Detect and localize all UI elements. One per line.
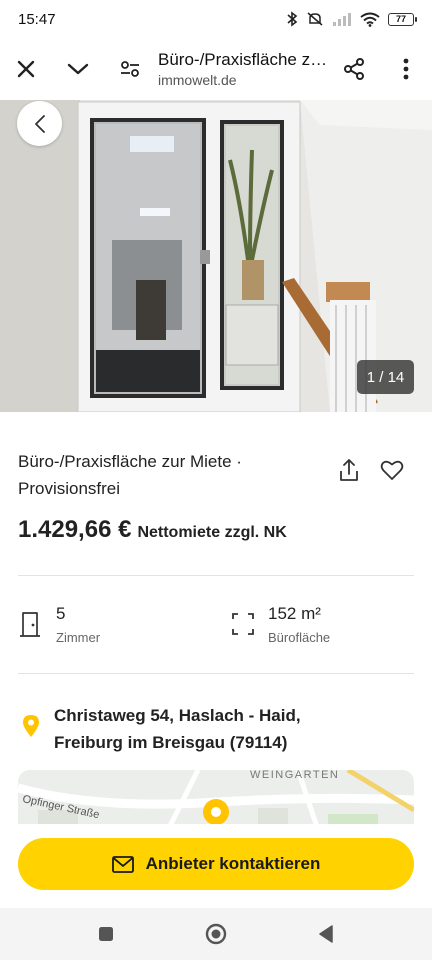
gallery-back-button[interactable] bbox=[17, 101, 62, 146]
share-icon bbox=[344, 58, 364, 80]
photo-counter: 1 / 14 bbox=[357, 360, 414, 394]
browser-toolbar: Büro-/Praxisfläche zur Miete · Provision… bbox=[0, 38, 432, 100]
feature-area-label: Bürofläche bbox=[268, 630, 331, 645]
battery-icon: 77 bbox=[388, 12, 417, 26]
feature-rooms-value: 5 bbox=[56, 604, 66, 623]
listing-title: Büro-/Praxisfläche zur Miete · Provision… bbox=[18, 448, 318, 502]
feature-area-value: 152 m² bbox=[268, 604, 321, 623]
contact-provider-button[interactable]: Anbieter kontaktieren bbox=[18, 838, 414, 890]
more-vertical-icon bbox=[403, 58, 409, 80]
price-note: Nettomiete zzgl. NK bbox=[137, 524, 287, 541]
home-button[interactable] bbox=[196, 914, 236, 954]
close-button[interactable] bbox=[0, 43, 52, 95]
address-block[interactable]: Christaweg 54, Haslach - Haid, Freiburg … bbox=[22, 702, 301, 756]
map-preview[interactable]: Opfinger Straße WEINGARTEN bbox=[18, 770, 414, 830]
map-district-label: WEINGARTEN bbox=[250, 770, 339, 781]
upload-share-icon bbox=[340, 459, 358, 481]
price: 1.429,66 € bbox=[18, 516, 132, 543]
contact-provider-label: Anbieter kontaktieren bbox=[145, 854, 321, 873]
listing-title-line1: Büro-/Praxisfläche zur Miete · bbox=[18, 452, 242, 471]
site-settings-button[interactable] bbox=[104, 43, 156, 95]
map-pin-icon bbox=[203, 799, 229, 825]
more-menu-button[interactable] bbox=[380, 43, 432, 95]
divider bbox=[18, 673, 414, 674]
address-text: Christaweg 54, Haslach - Haid, Freiburg … bbox=[54, 702, 301, 756]
listing-title-line2: Provisionsfrei bbox=[18, 479, 121, 498]
signal-icon bbox=[332, 12, 352, 26]
tune-icon bbox=[121, 61, 139, 77]
price-row: 1.429,66 € Nettomiete zzgl. NK bbox=[18, 516, 287, 544]
address-line2: Freiburg im Breisgau (79114) bbox=[54, 733, 288, 752]
status-bar: 15:47 77 bbox=[0, 0, 432, 38]
back-button[interactable] bbox=[306, 914, 346, 954]
feature-rooms-label: Zimmer bbox=[56, 630, 101, 645]
status-icons: 77 bbox=[286, 11, 417, 27]
close-icon bbox=[17, 60, 35, 78]
divider bbox=[18, 575, 414, 576]
heart-icon bbox=[380, 460, 404, 480]
system-nav-bar bbox=[0, 908, 432, 960]
page-title-area[interactable]: Büro-/Praxisfläche zur Miete · Provision… bbox=[156, 50, 328, 88]
door-icon bbox=[20, 612, 40, 637]
page-title: Büro-/Praxisfläche zur Miete · Provision… bbox=[158, 50, 328, 69]
square-icon bbox=[99, 927, 113, 941]
chevron-left-icon bbox=[34, 114, 45, 133]
share-page-button[interactable] bbox=[328, 43, 380, 95]
chevron-down-icon bbox=[67, 63, 89, 75]
area-icon bbox=[232, 613, 254, 635]
bluetooth-icon bbox=[286, 11, 298, 27]
cta-bar: Anbieter kontaktieren bbox=[0, 824, 432, 908]
map-image: Opfinger Straße WEINGARTEN bbox=[18, 770, 414, 830]
wifi-icon bbox=[360, 12, 380, 27]
share-listing-button[interactable] bbox=[334, 455, 364, 485]
feature-rooms: 5 Zimmer bbox=[18, 604, 100, 645]
back-triangle-icon bbox=[319, 925, 333, 943]
mail-icon bbox=[111, 855, 134, 873]
address-line1: Christaweg 54, Haslach - Haid, bbox=[54, 706, 301, 725]
feature-area: 152 m² Bürofläche bbox=[232, 604, 330, 645]
status-time: 15:47 bbox=[18, 10, 56, 28]
collapse-button[interactable] bbox=[52, 43, 104, 95]
mute-icon bbox=[306, 11, 324, 27]
page-url: immowelt.de bbox=[158, 72, 237, 88]
home-circle-icon bbox=[205, 923, 227, 945]
location-pin-icon bbox=[23, 715, 39, 737]
recents-button[interactable] bbox=[86, 914, 126, 954]
favorite-button[interactable] bbox=[377, 455, 407, 485]
